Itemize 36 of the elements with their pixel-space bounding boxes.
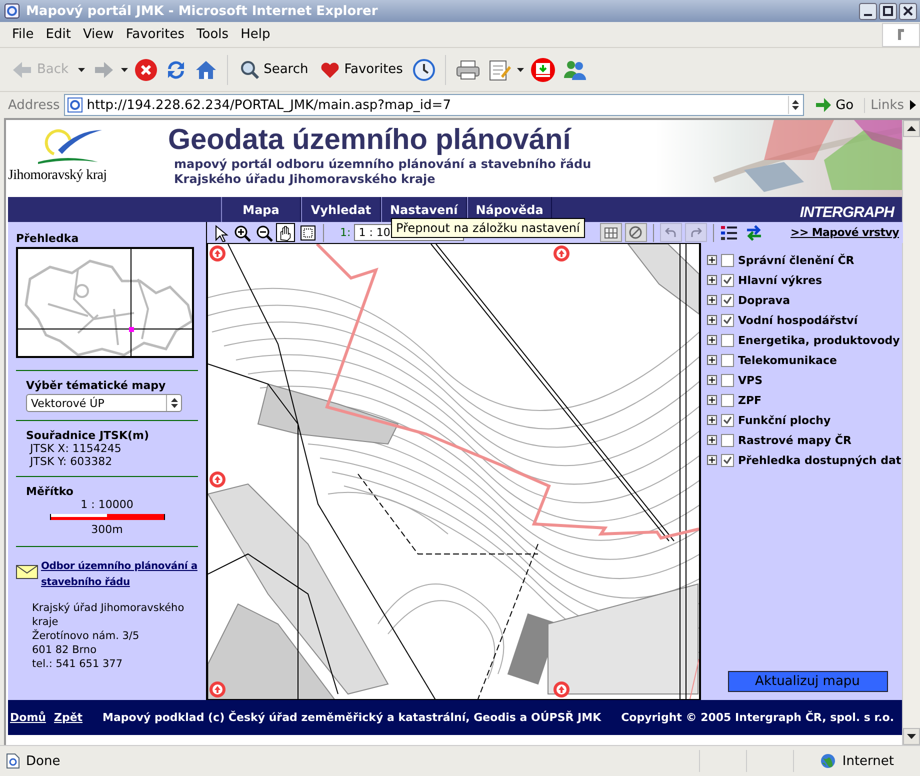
subtitle: Krajského úřadu Jihomoravského kraje bbox=[174, 172, 436, 187]
layer-label: Rastrové mapy ČR bbox=[738, 434, 852, 446]
address-line: 601 82 Brno bbox=[32, 643, 98, 657]
page-title: Geodata územního plánování bbox=[168, 124, 572, 157]
scale-label: 1: bbox=[340, 226, 351, 239]
scale-bar-label: 300m bbox=[90, 523, 124, 536]
layer-label: Správní členění ČR bbox=[738, 254, 854, 266]
layer-label: Doprava bbox=[738, 294, 790, 306]
address-line: tel.: 541 651 377 bbox=[32, 657, 124, 671]
tooltip: Přepnout na záložku nastavení bbox=[391, 218, 585, 238]
coord-x-value: JTSK X: 1154245 bbox=[28, 442, 122, 455]
layer-label: ZPF bbox=[738, 394, 762, 406]
address-line: Krajský úřad Jihomoravského kraje bbox=[32, 601, 186, 629]
credit-text: Mapový podklad (c) Český úřad zeměměřický a katastrální, Geodis a OÚPSŘ JMK bbox=[102, 710, 602, 724]
status-text: Done bbox=[26, 754, 60, 768]
layer-label: Telekomunikace bbox=[738, 354, 837, 366]
zone-text: Internet bbox=[842, 754, 894, 768]
coord-y-value: JTSK Y: 603382 bbox=[28, 455, 114, 468]
subtitle: mapový portál odboru územního plánování a stavebního řádu bbox=[174, 157, 592, 172]
layer-label: Hlavní výkres bbox=[738, 274, 822, 286]
scale-value: 1 : 10000 bbox=[80, 498, 134, 511]
window-title: Mapový portál JMK - Microsoft Internet Explorer bbox=[26, 4, 379, 18]
theme-heading: Výběr tématické mapy bbox=[25, 379, 167, 392]
overview-heading: Přehledka bbox=[16, 232, 80, 245]
layer-label: Vodní hospodářství bbox=[738, 314, 858, 326]
layer-label: Funkční plochy bbox=[738, 414, 831, 426]
vendor-logo: INTERGRAPH bbox=[800, 204, 896, 222]
copyright-text: Copyright © 2005 Intergraph ČR, spol. s r.o. bbox=[621, 711, 894, 724]
layer-label: Energetika, produktovody bbox=[738, 334, 900, 346]
logo-text: Jihomoravský kraj bbox=[8, 168, 107, 184]
coords-heading: Souřadnice JTSK(m) bbox=[25, 429, 150, 442]
layer-label: VPS bbox=[738, 374, 762, 386]
layer-label: Přehledka dostupných dat bbox=[738, 454, 902, 466]
scale-heading: Měřítko bbox=[25, 485, 74, 498]
address-label: Address bbox=[8, 98, 60, 112]
address-line: Žerotínovo nám. 3/5 bbox=[32, 629, 140, 643]
